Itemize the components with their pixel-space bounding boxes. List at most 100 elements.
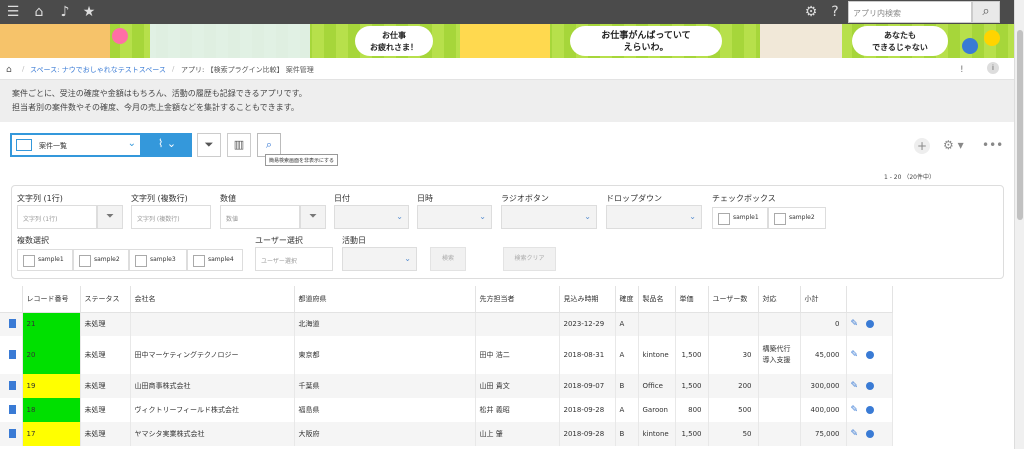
banner-bubble-3: あなたも できるじゃない (852, 26, 948, 56)
datetime-select[interactable]: ⌄ (417, 205, 492, 229)
clear-search-button[interactable]: 検索クリア (503, 247, 556, 271)
delete-icon[interactable] (866, 406, 875, 414)
cell-contact: 山上 肇 (475, 422, 560, 446)
search-icon[interactable]: ⌕ (972, 1, 1000, 23)
cell-subtotal: 75,000 (800, 422, 847, 446)
cell-price: 800 (675, 398, 709, 422)
dropdown-select[interactable]: ⌄ (606, 205, 702, 229)
header-company[interactable]: 会社名 (130, 286, 295, 313)
row-actions: ✎ (846, 422, 893, 446)
delete-icon[interactable] (866, 320, 875, 329)
top-bar: ☰ ⌂ ♪ ★ ⚙ ? アプリ内検索 ⌕ (0, 0, 1024, 24)
cell-status: 未処理 (80, 312, 131, 336)
header-support[interactable]: 対応 (758, 286, 801, 313)
cell-users: 200 (708, 374, 759, 398)
multi-select-sample2[interactable]: sample2 (73, 249, 129, 271)
add-record-icon[interactable]: + (914, 138, 930, 154)
text-single-input[interactable]: 文字列 (1行) (17, 205, 97, 229)
header-price[interactable]: 単価 (675, 286, 709, 313)
header-prefecture[interactable]: 都道府県 (294, 286, 476, 313)
header-expected-date[interactable]: 見込み時期 (559, 286, 616, 313)
filter-icon[interactable]: ⏷ (97, 205, 123, 229)
gear-icon[interactable]: ⚙ (802, 3, 820, 21)
delete-icon[interactable] (866, 382, 875, 390)
cell-status: 未処理 (80, 398, 131, 422)
edit-icon[interactable]: ✎ (851, 350, 859, 360)
cell-record-number: 20 (22, 336, 81, 374)
delete-icon[interactable] (866, 351, 875, 359)
radio-select[interactable]: ⌄ (501, 205, 597, 229)
home-icon[interactable]: ⌂ (6, 65, 12, 75)
cell-product: Garoon (638, 398, 676, 422)
search-button[interactable]: 検索 (430, 247, 466, 271)
scrollbar-thumb[interactable] (1017, 30, 1023, 220)
settings-gear-icon[interactable]: ⚙ ▾ (943, 138, 964, 152)
menu-icon[interactable]: ☰ (4, 3, 22, 21)
app-search-input[interactable]: アプリ内検索 (848, 1, 972, 23)
chevron-down-icon: ⌄ (404, 254, 411, 263)
cell-support: 構築代行 導入支援 (758, 336, 801, 374)
filter-label: 数値 (220, 194, 236, 203)
header-product[interactable]: 製品名 (638, 286, 676, 313)
header-status[interactable]: ステータス (80, 286, 131, 313)
edit-icon[interactable]: ✎ (851, 405, 859, 415)
description-line: 担当者別の案件数やその確度、今月の売上金額などを集計することもできます。 (12, 103, 299, 112)
breadcrumb: ⌂ / スペース: ナウでおしゃれなテストスペース / アプリ: 【検索プラグイ… (0, 58, 1014, 80)
banner-bubble-2: お仕事がんばっていて えらいわ。 (570, 26, 722, 56)
record-detail-link[interactable] (0, 374, 23, 398)
header-users[interactable]: ユーザー数 (708, 286, 759, 313)
home-icon[interactable]: ⌂ (30, 3, 48, 21)
document-icon (9, 404, 17, 414)
record-detail-link[interactable] (0, 398, 23, 422)
pin-icon[interactable]: ! (960, 65, 964, 75)
filter-label: 日時 (417, 194, 433, 203)
star-icon[interactable]: ★ (80, 3, 98, 21)
cell-subtotal: 45,000 (800, 336, 847, 374)
edit-icon[interactable]: ✎ (851, 319, 859, 329)
checkbox-sample2[interactable]: sample2 (768, 207, 826, 229)
filter-button[interactable]: ⏷ (197, 133, 221, 157)
cell-expected-date: 2018-09-28 (559, 422, 616, 446)
breadcrumb-space[interactable]: スペース: ナウでおしゃれなテストスペース (30, 65, 166, 75)
multi-select-sample3[interactable]: sample3 (129, 249, 187, 271)
filter-label: 複数選択 (17, 236, 49, 245)
info-icon[interactable]: i (987, 62, 999, 74)
text-multi-input[interactable]: 文字列 (複数行) (131, 205, 211, 229)
cell-price: 1,500 (675, 374, 709, 398)
edit-icon[interactable]: ✎ (851, 381, 859, 391)
view-selector[interactable]: 案件一覧 ⌄ (10, 133, 142, 157)
checkbox-sample1[interactable]: sample1 (712, 207, 768, 229)
cell-users (708, 312, 759, 336)
banner-character-1 (0, 24, 110, 58)
flower-icon (984, 30, 1000, 46)
banner-character-2 (150, 24, 310, 58)
page-scrollbar[interactable] (1014, 0, 1024, 449)
breadcrumb-separator: / (172, 65, 175, 73)
multi-select-sample1[interactable]: sample1 (17, 249, 73, 271)
date-select[interactable]: ⌄ (334, 205, 409, 229)
filter-icon[interactable]: ⏷ (300, 205, 326, 229)
number-input[interactable]: 数値 (220, 205, 300, 229)
record-detail-link[interactable] (0, 312, 23, 336)
cell-status: 未処理 (80, 336, 131, 374)
multi-select-sample4[interactable]: sample4 (187, 249, 243, 271)
breadcrumb-app[interactable]: アプリ: 【検索プラグイン比較】 案件管理 (181, 65, 314, 75)
graph-view-button[interactable]: ⌇ ⌄ (142, 133, 192, 157)
record-detail-link[interactable] (0, 422, 23, 446)
help-icon[interactable]: ? (826, 3, 844, 21)
more-options-icon[interactable]: ••• (982, 138, 1003, 152)
cell-rank: B (615, 422, 639, 446)
graph-button[interactable]: ▥ (227, 133, 251, 157)
user-select-input[interactable]: ユーザー選択 (255, 247, 333, 271)
edit-icon[interactable]: ✎ (851, 429, 859, 439)
activity-date-select[interactable]: ⌄ (342, 247, 417, 271)
record-detail-link[interactable] (0, 336, 23, 374)
table-header-row: レコード番号 ステータス 会社名 都道府県 先方担当者 見込み時期 確度 製品名… (0, 286, 893, 313)
header-subtotal[interactable]: 小計 (800, 286, 847, 313)
delete-icon[interactable] (866, 430, 875, 438)
cell-users: 500 (708, 398, 759, 422)
header-contact[interactable]: 先方担当者 (475, 286, 560, 313)
header-rank[interactable]: 確度 (615, 286, 639, 313)
bell-icon[interactable]: ♪ (56, 3, 74, 21)
header-record-number[interactable]: レコード番号 (22, 286, 81, 313)
